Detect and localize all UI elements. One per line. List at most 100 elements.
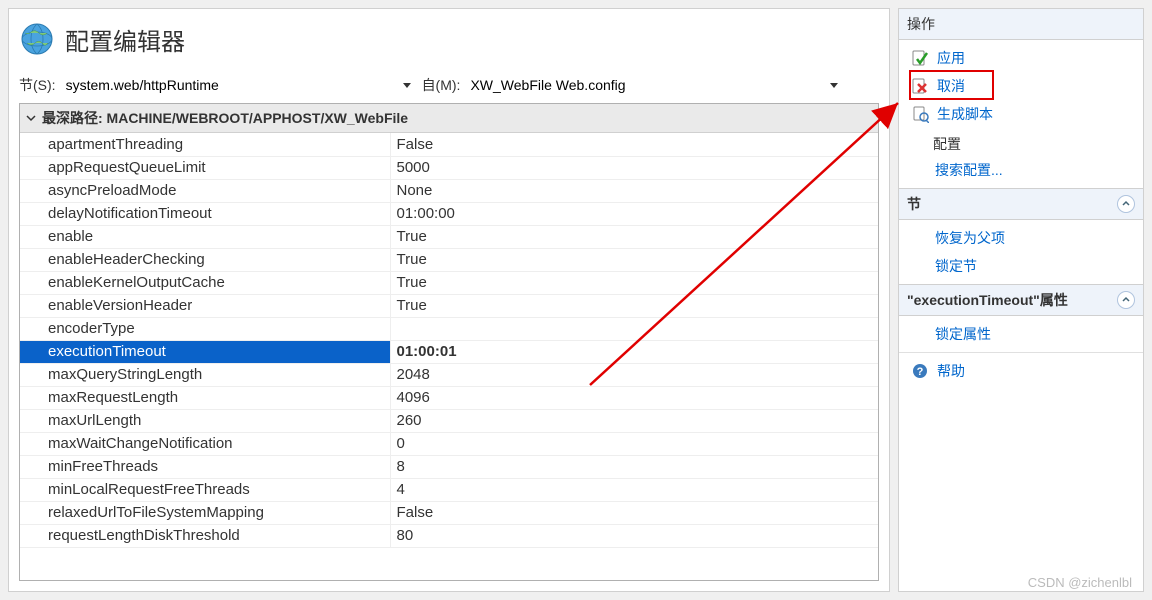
help-label: 帮助 (937, 361, 965, 381)
property-value[interactable]: 80 (390, 524, 878, 547)
search-config-label: 搜索配置... (935, 160, 1003, 180)
property-row[interactable]: enableKernelOutputCacheTrue (20, 271, 878, 294)
property-value[interactable]: True (390, 248, 878, 271)
lock-section-label: 锁定节 (935, 256, 977, 276)
cancel-action[interactable]: 取消 (905, 72, 1137, 100)
apply-action[interactable]: 应用 (905, 44, 1137, 72)
from-label: 自(M): (422, 75, 461, 95)
property-value[interactable]: 4 (390, 478, 878, 501)
property-row[interactable]: appRequestQueueLimit5000 (20, 156, 878, 179)
property-row[interactable]: maxWaitChangeNotification0 (20, 432, 878, 455)
property-row[interactable]: encoderType (20, 317, 878, 340)
from-dropdown[interactable] (825, 76, 843, 94)
property-value[interactable]: 0 (390, 432, 878, 455)
property-row[interactable]: enableHeaderCheckingTrue (20, 248, 878, 271)
lock-prop-label: 锁定属性 (935, 324, 991, 344)
config-heading: 配置 (905, 128, 1137, 156)
property-row[interactable]: relaxedUrlToFileSystemMappingFalse (20, 501, 878, 524)
property-value[interactable]: True (390, 225, 878, 248)
property-row[interactable]: apartmentThreadingFalse (20, 133, 878, 156)
property-row[interactable]: enableVersionHeaderTrue (20, 294, 878, 317)
property-name: minFreeThreads (20, 455, 390, 478)
property-name: enableHeaderChecking (20, 248, 390, 271)
from-input[interactable] (466, 75, 819, 95)
property-value[interactable]: 4096 (390, 386, 878, 409)
property-name: requestLengthDiskThreshold (20, 524, 390, 547)
property-name: delayNotificationTimeout (20, 202, 390, 225)
restore-parent-label: 恢复为父项 (935, 228, 1005, 248)
help-action[interactable]: ? 帮助 (905, 357, 1137, 385)
property-value[interactable]: 2048 (390, 363, 878, 386)
prop-group-header: "executionTimeout"属性 (899, 284, 1143, 316)
property-row[interactable]: enableTrue (20, 225, 878, 248)
prop-group-label: "executionTimeout"属性 (907, 290, 1068, 310)
group-header[interactable]: 最深路径: MACHINE/WEBROOT/APPHOST/XW_WebFile (20, 104, 878, 133)
property-name: encoderType (20, 317, 390, 340)
actions-panel: 操作 应用 取消 生成脚本 配置 搜索配置... 节 (898, 8, 1144, 592)
property-row[interactable]: executionTimeout01:00:01 (20, 340, 878, 363)
property-name: enableKernelOutputCache (20, 271, 390, 294)
section-dropdown[interactable] (398, 76, 416, 94)
search-config-action[interactable]: 搜索配置... (905, 156, 1137, 184)
property-name: minLocalRequestFreeThreads (20, 478, 390, 501)
apply-icon (911, 49, 929, 67)
cancel-icon (911, 77, 929, 95)
property-row[interactable]: requestLengthDiskThreshold80 (20, 524, 878, 547)
property-value[interactable]: None (390, 179, 878, 202)
property-value[interactable]: 260 (390, 409, 878, 432)
property-row[interactable]: minFreeThreads8 (20, 455, 878, 478)
property-name: asyncPreloadMode (20, 179, 390, 202)
property-name: appRequestQueueLimit (20, 156, 390, 179)
page-header: 配置编辑器 (9, 9, 889, 75)
property-value[interactable]: True (390, 294, 878, 317)
gen-script-label: 生成脚本 (937, 104, 993, 124)
lock-section-action[interactable]: 锁定节 (905, 252, 1137, 280)
property-name: enableVersionHeader (20, 294, 390, 317)
property-row[interactable]: maxUrlLength260 (20, 409, 878, 432)
property-name: maxWaitChangeNotification (20, 432, 390, 455)
property-value[interactable]: 01:00:00 (390, 202, 878, 225)
lock-prop-action[interactable]: 锁定属性 (905, 320, 1137, 348)
section-group-header: 节 (899, 188, 1143, 220)
property-name: maxQueryStringLength (20, 363, 390, 386)
actions-header: 操作 (899, 9, 1143, 40)
property-value[interactable]: 8 (390, 455, 878, 478)
properties-table: apartmentThreadingFalseappRequestQueueLi… (20, 133, 878, 548)
property-name: executionTimeout (20, 340, 390, 363)
property-name: relaxedUrlToFileSystemMapping (20, 501, 390, 524)
property-row[interactable]: maxRequestLength4096 (20, 386, 878, 409)
property-row[interactable]: delayNotificationTimeout01:00:00 (20, 202, 878, 225)
property-value[interactable]: False (390, 133, 878, 156)
collapse-button-2[interactable] (1117, 291, 1135, 309)
property-value[interactable]: 5000 (390, 156, 878, 179)
help-icon: ? (911, 362, 929, 380)
property-name: maxRequestLength (20, 386, 390, 409)
group-label: 最深路径: MACHINE/WEBROOT/APPHOST/XW_WebFile (42, 108, 408, 128)
section-group-label: 节 (907, 194, 921, 214)
property-value[interactable] (390, 317, 878, 340)
cancel-label: 取消 (937, 76, 965, 96)
page-title: 配置编辑器 (65, 22, 185, 57)
property-name: enable (20, 225, 390, 248)
property-value[interactable]: 01:00:01 (390, 340, 878, 363)
section-label: 节(S): (19, 75, 56, 95)
gen-script-action[interactable]: 生成脚本 (905, 100, 1137, 128)
svg-text:?: ? (917, 366, 924, 378)
property-name: apartmentThreading (20, 133, 390, 156)
apply-label: 应用 (937, 48, 965, 68)
script-icon (911, 105, 929, 123)
main-panel: 配置编辑器 节(S): 自(M): 最深路径: MACHINE/WEBROOT/… (8, 8, 890, 592)
globe-icon (19, 21, 55, 57)
property-name: maxUrlLength (20, 409, 390, 432)
property-row[interactable]: maxQueryStringLength2048 (20, 363, 878, 386)
property-grid[interactable]: 最深路径: MACHINE/WEBROOT/APPHOST/XW_WebFile… (19, 103, 879, 581)
path-bar: 节(S): 自(M): (9, 75, 889, 103)
property-value[interactable]: True (390, 271, 878, 294)
property-row[interactable]: minLocalRequestFreeThreads4 (20, 478, 878, 501)
property-value[interactable]: False (390, 501, 878, 524)
collapse-button[interactable] (1117, 195, 1135, 213)
property-row[interactable]: asyncPreloadModeNone (20, 179, 878, 202)
chevron-down-icon (26, 113, 36, 123)
restore-parent-action[interactable]: 恢复为父项 (905, 224, 1137, 252)
section-input[interactable] (62, 75, 392, 95)
